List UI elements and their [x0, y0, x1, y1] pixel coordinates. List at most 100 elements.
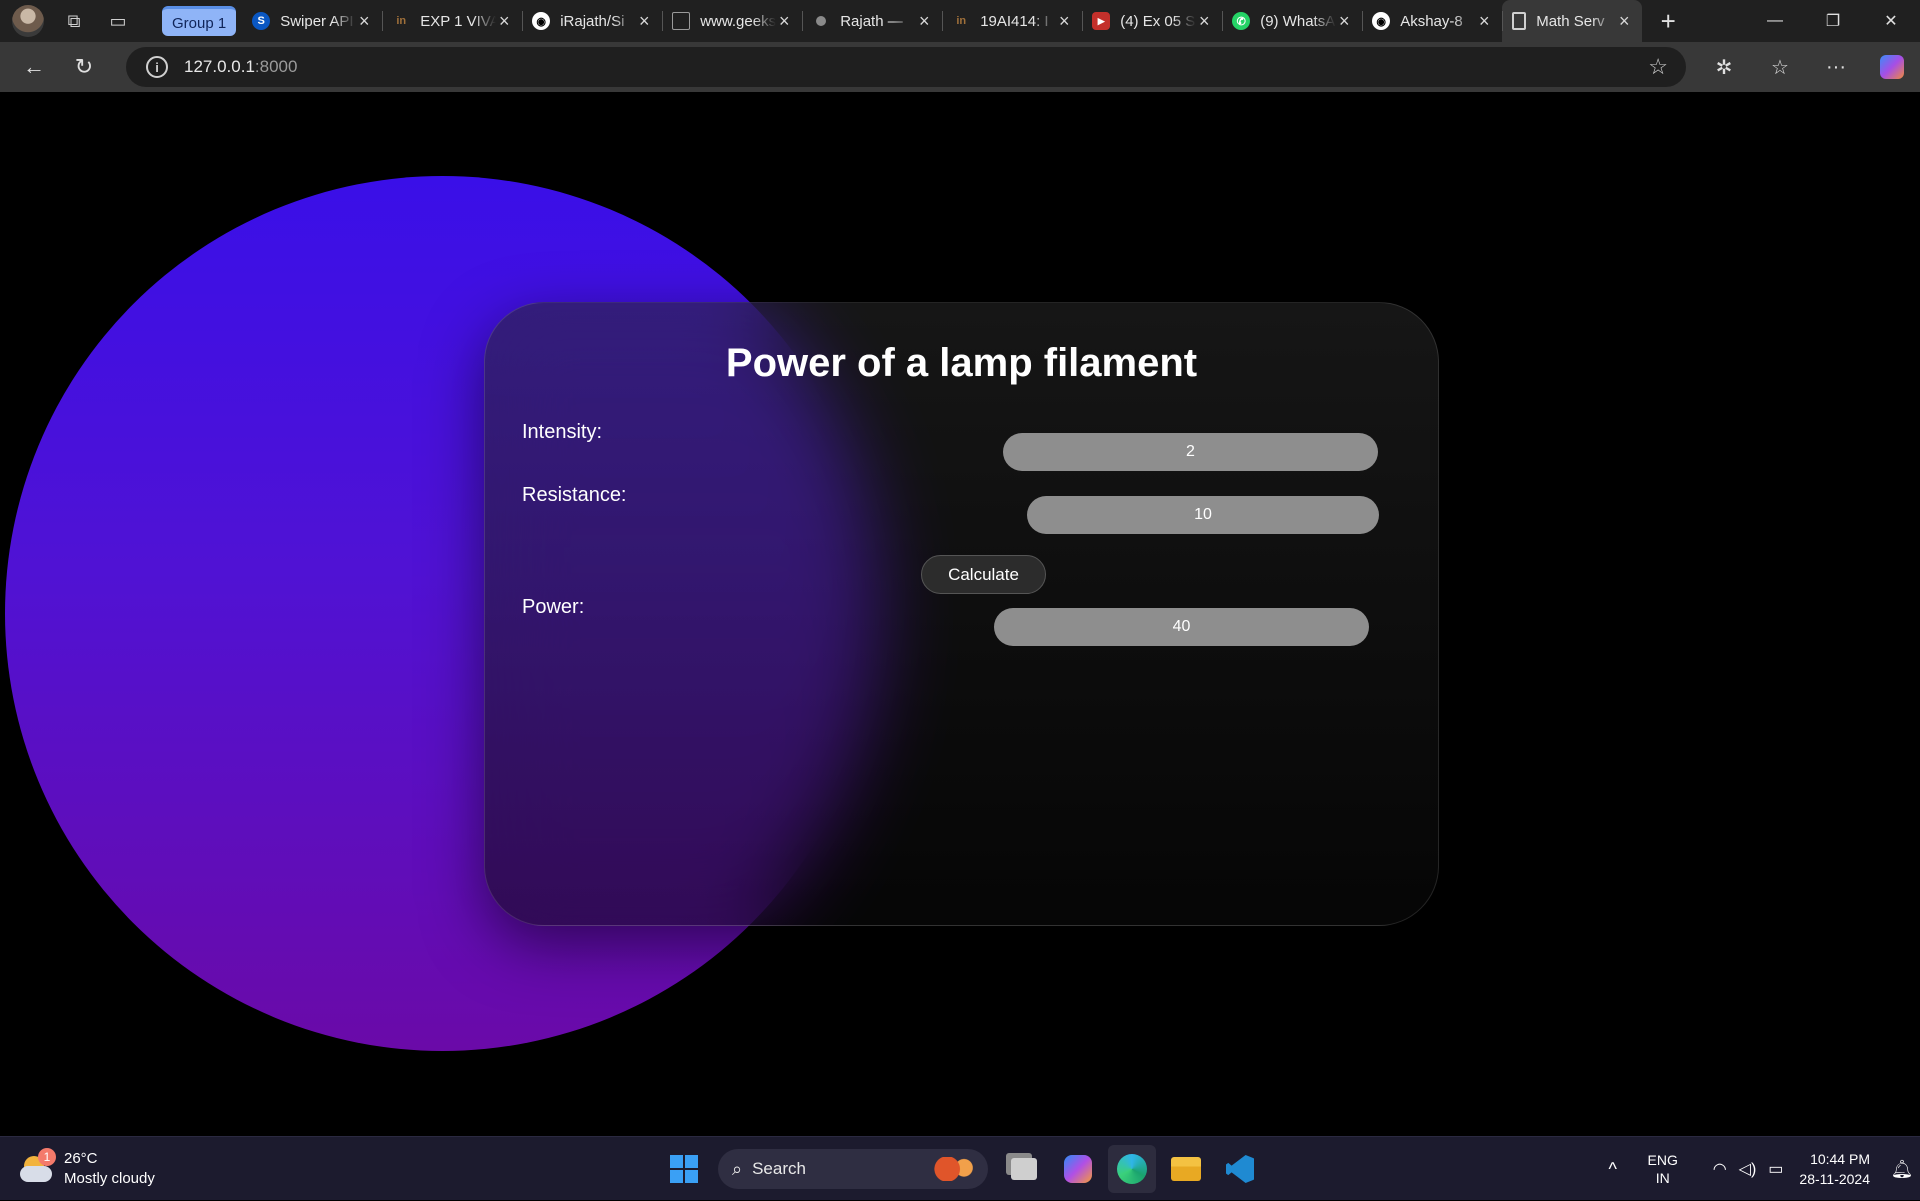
language-code: ENG — [1647, 1152, 1678, 1168]
resistance-input[interactable]: 10 — [1027, 496, 1379, 534]
favorites-icon[interactable]: ☆ — [1752, 47, 1808, 87]
browser-toolbar: ← ↻ i 127.0.0.1:8000 ☆ ✲ ☆ ··· — [0, 42, 1920, 92]
tab-title: iRajath/Si — [560, 12, 625, 30]
intensity-label: Intensity: — [522, 421, 603, 443]
tab-akshay[interactable]: ◉ Akshay-8 × — [1362, 0, 1502, 42]
calculator-card: Power of a lamp filament Intensity: 2 Re… — [484, 302, 1439, 926]
taskbar-apps: ⌕ Search — [660, 1145, 1270, 1193]
close-icon[interactable]: × — [356, 11, 372, 32]
weather-temp: 26°C — [64, 1150, 98, 1167]
intensity-input[interactable]: 2 — [1003, 433, 1378, 471]
region-code: IN — [1655, 1170, 1670, 1186]
copilot-app-icon — [1064, 1155, 1092, 1183]
search-label: Search — [752, 1159, 806, 1178]
tab-rajath[interactable]: Rajath — × — [802, 0, 942, 42]
search-icon: ⌕ — [732, 1158, 743, 1179]
close-icon[interactable]: × — [1336, 11, 1352, 32]
taskbar: 1 26°C Mostly cloudy ⌕ Search ^ ENG IN ◠… — [0, 1136, 1920, 1200]
page-viewport: Power of a lamp filament Intensity: 2 Re… — [5, 92, 1915, 1136]
language-indicator[interactable]: ENG IN — [1633, 1151, 1693, 1187]
more-menu-icon[interactable]: ··· — [1808, 47, 1864, 87]
restore-icon[interactable]: ❐ — [1804, 0, 1862, 42]
workspaces-icon[interactable]: ⧉ — [60, 7, 88, 35]
tab-whatsapp[interactable]: ✆ (9) WhatsA × — [1222, 0, 1362, 42]
close-icon[interactable]: × — [1056, 11, 1072, 32]
page-icon — [1512, 12, 1527, 30]
tab-strip: ⧉ ▭ Group 1 S Swiper API × in EXP 1 VIVA… — [0, 0, 1920, 42]
document-icon — [672, 12, 691, 30]
favorite-star-icon[interactable]: ☆ — [1648, 54, 1668, 80]
weather-badge: 1 — [38, 1148, 56, 1166]
vscode-app-button[interactable] — [1216, 1145, 1264, 1193]
url-host: 127.0.0.1 — [184, 57, 255, 76]
windows-logo-icon — [670, 1155, 698, 1183]
quick-settings[interactable]: ◠ ◁) ▭ — [1713, 1159, 1784, 1179]
close-icon[interactable]: × — [636, 11, 652, 32]
close-icon[interactable]: × — [776, 11, 792, 32]
notification-bell-icon[interactable]: 🔔︎ — [1884, 1159, 1920, 1180]
in-logo-icon: in — [956, 15, 967, 27]
weather-widget[interactable]: 1 26°C Mostly cloudy — [20, 1148, 155, 1189]
edge-app-button[interactable] — [1108, 1145, 1156, 1193]
close-icon[interactable]: × — [1196, 11, 1212, 32]
extensions-icon[interactable]: ✲ — [1696, 47, 1752, 87]
tab-title: www.geeks — [700, 12, 777, 30]
tab-geeks[interactable]: www.geeks × — [662, 0, 802, 42]
calculate-button[interactable]: Calculate — [921, 555, 1046, 594]
tab-youtube[interactable]: ▶ (4) Ex 05 S × — [1082, 0, 1222, 42]
dot-icon — [812, 12, 830, 30]
tab-title: EXP 1 VIVA — [420, 12, 497, 30]
address-bar[interactable]: i 127.0.0.1:8000 ☆ — [126, 47, 1686, 87]
file-explorer-button[interactable] — [1162, 1145, 1210, 1193]
github-icon: ◉ — [1372, 12, 1391, 30]
refresh-icon[interactable]: ↻ — [64, 47, 104, 87]
back-icon[interactable]: ← — [14, 47, 54, 87]
page-title: Power of a lamp filament — [725, 341, 1198, 385]
clock-time: 10:44 PM — [1810, 1151, 1870, 1167]
tab-title: (9) WhatsA — [1260, 12, 1336, 30]
new-tab-button[interactable]: + — [1648, 1, 1688, 41]
search-highlight-icon — [928, 1157, 976, 1181]
task-view-button[interactable] — [1000, 1145, 1048, 1193]
edge-icon — [1117, 1154, 1147, 1184]
power-output: 40 — [994, 608, 1369, 646]
cloudy-weather-icon: 1 — [20, 1148, 56, 1184]
weather-condition: Mostly cloudy — [64, 1170, 155, 1187]
close-icon[interactable]: × — [1616, 11, 1632, 32]
tab-actions-icon[interactable]: ▭ — [104, 7, 132, 35]
taskbar-search[interactable]: ⌕ Search — [718, 1149, 988, 1189]
tab-group-chip[interactable]: Group 1 — [162, 6, 237, 36]
clock-date: 28-11-2024 — [1799, 1171, 1870, 1187]
window-controls: — ❐ ✕ — [1746, 0, 1920, 42]
chevron-up-icon[interactable]: ^ — [1593, 1159, 1633, 1180]
minimize-icon[interactable]: — — [1746, 0, 1804, 42]
url-port: :8000 — [254, 57, 298, 76]
tab-math-server[interactable]: Math Serv × — [1502, 0, 1643, 42]
swiper-icon: S — [252, 12, 271, 30]
vscode-icon — [1226, 1155, 1254, 1183]
tab-swiper[interactable]: S Swiper API × — [242, 0, 382, 42]
profile-avatar[interactable] — [12, 5, 44, 37]
close-icon[interactable]: × — [916, 11, 932, 32]
tab-exp1[interactable]: in EXP 1 VIVA × — [382, 0, 522, 42]
close-icon[interactable]: × — [496, 11, 512, 32]
toolbar-right: ✲ ☆ ··· — [1696, 47, 1920, 87]
github-icon: ◉ — [532, 12, 551, 30]
tab-19ai414[interactable]: in 19AI414: I × — [942, 0, 1082, 42]
copilot-app-button[interactable] — [1054, 1145, 1102, 1193]
wifi-icon: ◠ — [1712, 1161, 1727, 1178]
close-icon[interactable]: × — [1476, 11, 1492, 32]
start-button[interactable] — [660, 1145, 708, 1193]
close-window-icon[interactable]: ✕ — [1862, 0, 1920, 42]
volume-icon: ◁) — [1738, 1161, 1757, 1178]
site-info-icon[interactable]: i — [146, 56, 168, 78]
tab-irajath[interactable]: ◉ iRajath/Si × — [522, 0, 662, 42]
tab-list: S Swiper API × in EXP 1 VIVA × ◉ iRajath… — [242, 0, 1643, 42]
tab-title: (4) Ex 05 S — [1120, 12, 1196, 30]
copilot-icon[interactable] — [1864, 47, 1920, 87]
system-tray: ^ ENG IN ◠ ◁) ▭ 10:44 PM 28-11-2024 🔔︎ — [1593, 1137, 1920, 1201]
resistance-label: Resistance: — [522, 484, 627, 506]
youtube-icon: ▶ — [1092, 12, 1111, 30]
in-logo-icon: in — [396, 15, 407, 27]
clock[interactable]: 10:44 PM 28-11-2024 — [1799, 1149, 1870, 1189]
